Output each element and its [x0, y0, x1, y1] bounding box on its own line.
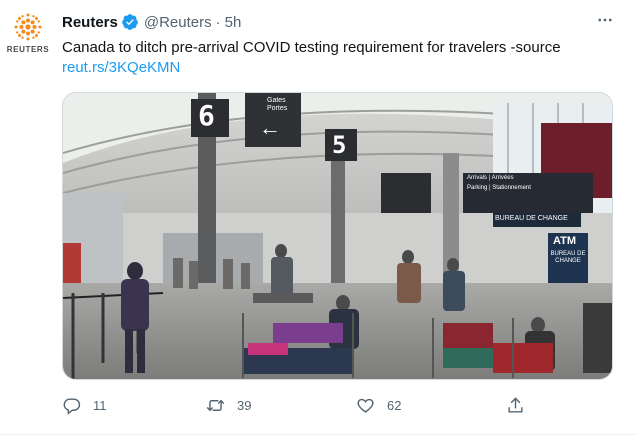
parking-sign: Parking | Stationnement [467, 185, 531, 191]
atm-sign: ATM [553, 235, 577, 247]
atm-subsign: BUREAU DE CHANGE [550, 251, 586, 264]
reply-button[interactable]: 11 [62, 396, 107, 415]
tweet-text: Canada to ditch pre-arrival COVID testin… [62, 38, 622, 78]
tweet-actions: 11 39 62 [62, 396, 532, 418]
share-button[interactable] [506, 396, 525, 415]
more-icon[interactable] [595, 10, 615, 30]
avatar-wordmark: REUTERS [6, 45, 50, 54]
arrivals-sign: Arrivals | Arrivées [467, 175, 514, 181]
tweet-link[interactable]: reut.rs/3KQeKMN [62, 58, 622, 78]
verified-badge-icon [121, 13, 139, 31]
retweet-icon [206, 400, 225, 411]
header-separator: · [215, 13, 221, 31]
author-handle[interactable]: @Reuters [144, 14, 212, 31]
author-name[interactable]: Reuters [62, 14, 118, 31]
reply-count: 11 [93, 398, 107, 413]
reuters-logo-icon [14, 13, 42, 41]
gate-number-sign-2: 5 [332, 131, 347, 159]
avatar[interactable]: REUTERS [6, 12, 50, 56]
gates-sign: Gates Portes [267, 97, 288, 112]
share-icon [508, 397, 523, 413]
exchange-banner: BUREAU DE CHANGE [495, 215, 568, 222]
like-icon [357, 398, 374, 413]
gates-arrow-icon: ← [259, 115, 281, 140]
tweet-card[interactable]: REUTERS Reuters @Reuters · 5h Canada to … [0, 0, 637, 435]
tweet-body: Canada to ditch pre-arrival COVID testin… [62, 39, 561, 56]
like-button[interactable]: 62 [356, 396, 401, 415]
tweet-timestamp[interactable]: 5h [225, 14, 242, 31]
reply-icon [63, 398, 81, 415]
retweet-count: 39 [237, 398, 252, 413]
retweet-button[interactable]: 39 [206, 396, 251, 415]
tweet-header: Reuters @Reuters · 5h [62, 12, 241, 32]
like-count: 62 [387, 398, 402, 413]
tweet-photo[interactable]: 6 Gates Portes ← 5 Arrivals | Arrivées P… [62, 92, 613, 380]
gate-number-sign: 6 [198, 99, 215, 132]
